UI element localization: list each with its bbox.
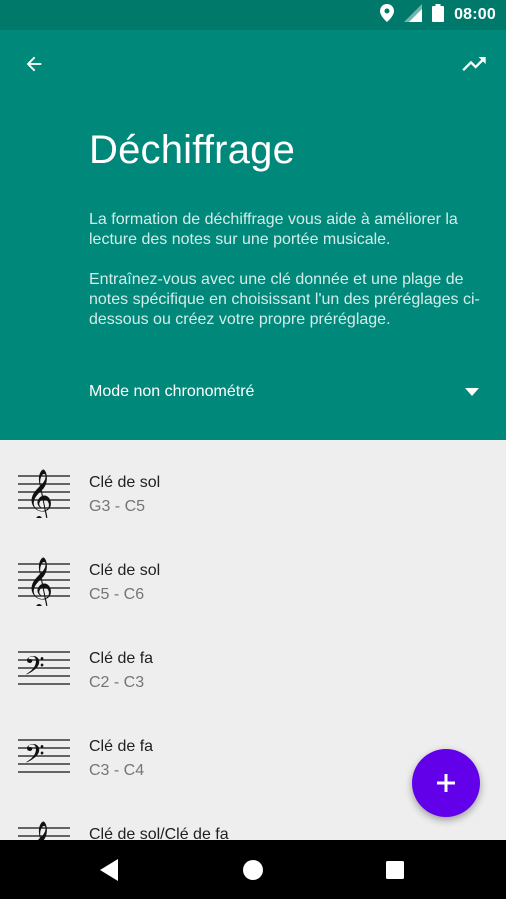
preset-name: Clé de sol/Clé de fa: [89, 826, 229, 841]
preset-item[interactable]: 𝄢 Clé de fa C2 - C3: [0, 616, 506, 704]
preset-item[interactable]: 𝄞 Clé de sol C5 - C6: [0, 528, 506, 616]
preset-item[interactable]: 𝄞 Clé de sol G3 - C5: [0, 440, 506, 528]
mode-dropdown[interactable]: Mode non chronométré: [89, 379, 479, 405]
signal-icon: [404, 3, 423, 27]
circle-home-icon: [243, 860, 263, 880]
square-recents-icon: [386, 861, 404, 879]
svg-text:𝄢: 𝄢: [24, 650, 45, 688]
treble-clef-icon: 𝄞: [18, 556, 72, 612]
nav-home-button[interactable]: [233, 850, 273, 890]
nav-back-button[interactable]: [90, 850, 130, 890]
preset-name: Clé de sol: [89, 474, 161, 491]
svg-text:𝄞: 𝄞: [26, 820, 53, 841]
page-title: Déchiffrage: [89, 128, 296, 172]
preset-range: C3 - C4: [89, 762, 145, 779]
battery-icon: [432, 3, 445, 27]
description-text: La formation de déchiffrage vous aide à …: [89, 211, 458, 248]
header: Déchiffrage La formation de déchiffrage …: [0, 30, 506, 440]
svg-text:𝄞: 𝄞: [26, 556, 53, 606]
arrow-back-icon: [26, 56, 42, 72]
svg-text:𝄢: 𝄢: [24, 738, 45, 776]
preset-name: Clé de fa: [89, 650, 154, 667]
trending-up-icon: [462, 57, 486, 71]
mode-dropdown-value: Mode non chronométré: [89, 383, 255, 400]
dropdown-arrow-icon: [465, 388, 479, 396]
preset-range: C5 - C6: [89, 586, 145, 603]
preset-name: Clé de fa: [89, 738, 154, 755]
treble-clef-icon: 𝄞: [18, 820, 72, 841]
preset-range: G3 - C5: [89, 498, 146, 515]
preset-range: C2 - C3: [89, 674, 145, 691]
plus-icon: [437, 774, 455, 792]
bass-clef-icon: 𝄢: [18, 644, 72, 694]
description-text-2: Entraînez-vous avec une clé donnée et un…: [89, 271, 480, 328]
status-bar: 08:00: [0, 0, 506, 30]
clock: 08:00: [454, 6, 496, 23]
preset-name: Clé de sol: [89, 562, 161, 579]
navigation-bar: [0, 840, 506, 899]
bass-clef-icon: 𝄢: [18, 732, 72, 782]
triangle-back-icon: [100, 859, 118, 881]
nav-recents-button[interactable]: [375, 850, 415, 890]
location-icon: [380, 3, 395, 27]
svg-text:𝄞: 𝄞: [26, 468, 53, 518]
treble-clef-icon: 𝄞: [18, 468, 72, 524]
stats-button[interactable]: [454, 46, 494, 82]
add-preset-button[interactable]: [412, 749, 480, 817]
back-button[interactable]: [16, 46, 52, 82]
